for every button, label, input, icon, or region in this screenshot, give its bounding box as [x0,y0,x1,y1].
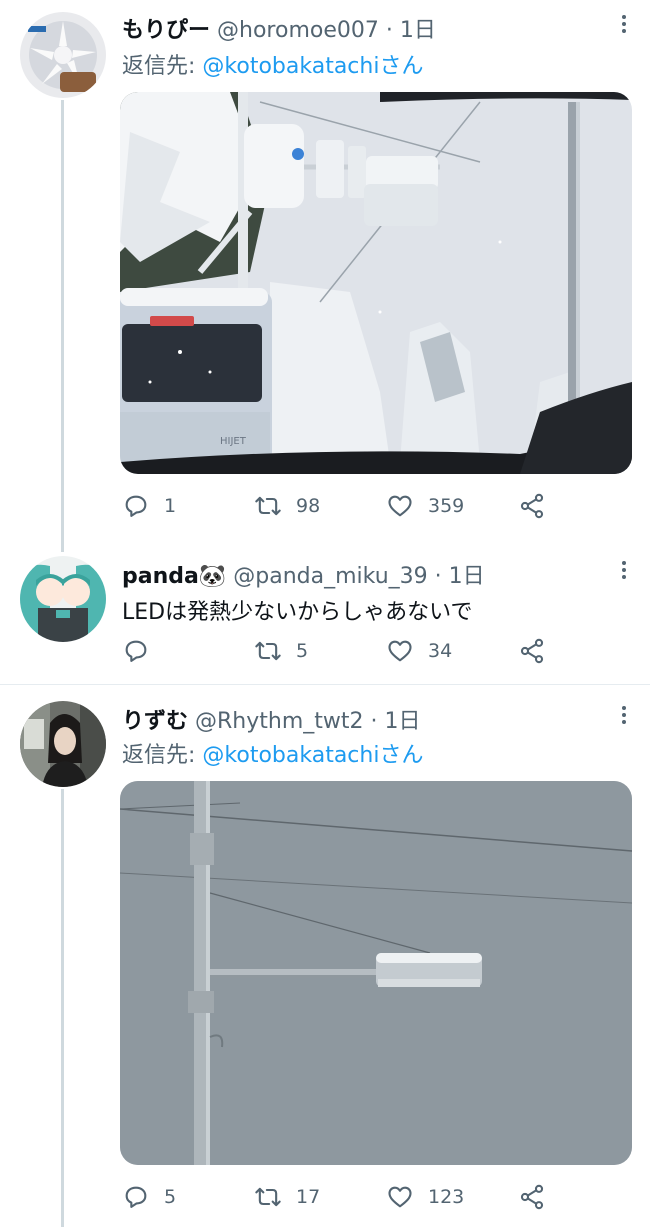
tweet-actions: 5 34 [122,635,552,667]
separator: · [385,18,393,43]
avatar[interactable] [20,556,106,642]
display-name[interactable]: panda🐼 [122,564,226,589]
reply-icon [125,1186,147,1208]
tweet-header: りずむ @Rhythm_twt2 · 1日 [122,703,421,735]
like-count: 34 [428,640,453,662]
heart-icon [388,1186,412,1208]
avatar[interactable] [20,12,106,98]
snowy-pole-photo [120,781,632,1165]
reply-to-label: 返信先: [122,54,203,79]
tweet-1[interactable]: もりぴー @horomoe007 · 1日 返信先: @kotobakatach… [0,0,650,552]
retweet-count: 98 [296,495,321,517]
thread-line [61,100,64,552]
display-name[interactable]: りずむ [122,709,188,734]
retweet-button[interactable]: 98 [254,490,320,522]
tweet-actions: 1 98 359 [122,490,552,522]
like-button[interactable]: 123 [386,1181,464,1213]
tweet-photo[interactable] [120,781,632,1165]
share-button[interactable] [518,490,546,522]
timestamp[interactable]: 1日 [449,564,485,589]
snowy-road-photo: HIJET [120,92,632,474]
reply-count: 1 [164,495,177,517]
svg-text:HIJET: HIJET [220,436,247,447]
share-icon [520,1184,544,1210]
user-handle[interactable]: @panda_miku_39 [233,564,427,589]
tweet-photo[interactable]: HIJET [120,92,632,474]
separator: · [434,564,442,589]
more-options-icon[interactable] [622,703,628,727]
share-button[interactable] [518,635,546,667]
like-count: 123 [428,1186,465,1208]
retweet-icon [255,641,281,661]
reply-to-line: 返信先: @kotobakatachiさん [122,48,423,80]
timestamp[interactable]: 1日 [385,709,421,734]
reply-mention-link[interactable]: @kotobakatachiさん [202,54,423,79]
retweet-icon [255,1187,281,1207]
share-icon [520,638,544,664]
retweet-button[interactable]: 17 [254,1181,320,1213]
tweet-header: panda🐼 @panda_miku_39 · 1日 [122,558,485,590]
reply-button[interactable]: 1 [122,490,176,522]
reply-mention-link[interactable]: @kotobakatachiさん [202,743,423,768]
retweet-count: 17 [296,1186,321,1208]
like-button[interactable]: 34 [386,635,452,667]
reply-icon [125,495,147,517]
tweet-2[interactable]: panda🐼 @panda_miku_39 · 1日 LEDは発熱少ないからしゃ… [0,540,650,684]
reply-icon [125,640,147,662]
avatar[interactable] [20,701,106,787]
user-handle[interactable]: @horomoe007 [217,18,379,43]
tweet-header: もりぴー @horomoe007 · 1日 [122,12,436,44]
thread-line [61,789,64,1227]
reply-to-label: 返信先: [122,743,203,768]
user-handle[interactable]: @Rhythm_twt2 [195,709,364,734]
display-name[interactable]: もりぴー [122,18,210,43]
separator: · [370,709,378,734]
retweet-icon [255,496,281,516]
tweet-text: LEDは発熱少ないからしゃあないで [122,600,473,625]
reply-to-line: 返信先: @kotobakatachiさん [122,737,423,769]
retweet-count: 5 [296,640,309,662]
share-icon [520,493,544,519]
heart-icon [388,495,412,517]
more-options-icon[interactable] [622,558,628,582]
like-count: 359 [428,495,465,517]
reply-button[interactable]: 5 [122,1181,176,1213]
timestamp[interactable]: 1日 [400,18,436,43]
tweet-actions: 5 17 123 [122,1181,552,1213]
tweet-3[interactable]: りずむ @Rhythm_twt2 · 1日 返信先: @kotobakatach… [0,685,650,1227]
reply-button[interactable] [122,635,164,667]
more-options-icon[interactable] [622,12,628,36]
reply-count: 5 [164,1186,177,1208]
share-button[interactable] [518,1181,546,1213]
like-button[interactable]: 359 [386,490,464,522]
heart-icon [388,640,412,662]
retweet-button[interactable]: 5 [254,635,308,667]
